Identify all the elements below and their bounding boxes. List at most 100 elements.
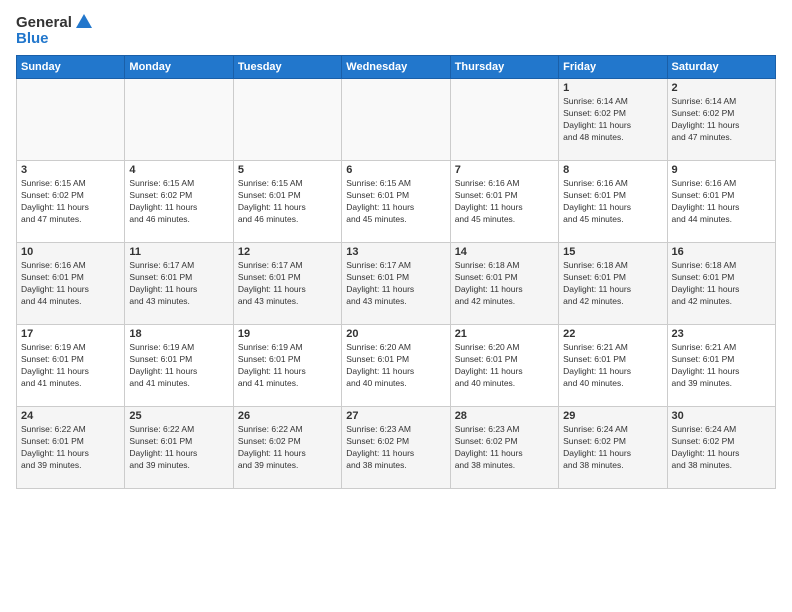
day-detail: Sunrise: 6:23 AM Sunset: 6:02 PM Dayligh…: [455, 424, 554, 472]
header: General Blue: [16, 12, 776, 47]
calendar-day-cell: 3 Sunrise: 6:15 AM Sunset: 6:02 PM Daylig…: [17, 161, 125, 243]
day-number: 30: [672, 410, 771, 422]
calendar-day-cell: [17, 79, 125, 161]
day-detail: Sunrise: 6:16 AM Sunset: 6:01 PM Dayligh…: [672, 178, 771, 226]
calendar-week-row: 17Sunrise: 6:19 AM Sunset: 6:01 PM Dayli…: [17, 325, 776, 407]
day-number: 12: [238, 246, 337, 258]
calendar-day-cell: 23 Sunrise: 6:21 AM Sunset: 6:01 PM Dayli…: [667, 325, 775, 407]
day-number: 26: [238, 410, 337, 422]
day-detail: Sunrise: 6:18 AM Sunset: 6:01 PM Dayligh…: [563, 260, 662, 308]
day-number: 28: [455, 410, 554, 422]
day-detail: Sunrise: 6:21 AM Sunset: 6:01 PM Dayligh…: [672, 342, 771, 390]
day-of-week-header: Tuesday: [233, 56, 341, 79]
day-detail: Sunrise: 6:15 AM Sunset: 6:02 PM Dayligh…: [21, 178, 120, 226]
day-number: 8: [563, 164, 662, 176]
day-detail: Sunrise: 6:18 AM Sunset: 6:01 PM Dayligh…: [455, 260, 554, 308]
day-number: 20: [346, 328, 445, 340]
day-detail: Sunrise: 6:15 AM Sunset: 6:01 PM Dayligh…: [346, 178, 445, 226]
calendar-week-row: 3 Sunrise: 6:15 AM Sunset: 6:02 PM Daylig…: [17, 161, 776, 243]
calendar-day-cell: [125, 79, 233, 161]
day-number: 4: [129, 164, 228, 176]
day-of-week-header: Thursday: [450, 56, 558, 79]
calendar-table: SundayMondayTuesdayWednesdayThursdayFrid…: [16, 55, 776, 489]
calendar-header-row: SundayMondayTuesdayWednesdayThursdayFrid…: [17, 56, 776, 79]
calendar-day-cell: 17Sunrise: 6:19 AM Sunset: 6:01 PM Dayli…: [17, 325, 125, 407]
calendar-day-cell: 14 Sunrise: 6:18 AM Sunset: 6:01 PM Dayli…: [450, 243, 558, 325]
day-number: 9: [672, 164, 771, 176]
day-detail: Sunrise: 6:17 AM Sunset: 6:01 PM Dayligh…: [129, 260, 228, 308]
calendar-day-cell: [342, 79, 450, 161]
calendar-day-cell: 7Sunrise: 6:16 AM Sunset: 6:01 PM Daylig…: [450, 161, 558, 243]
calendar-day-cell: 8Sunrise: 6:16 AM Sunset: 6:01 PM Daylig…: [559, 161, 667, 243]
day-detail: Sunrise: 6:20 AM Sunset: 6:01 PM Dayligh…: [346, 342, 445, 390]
calendar-day-cell: 5 Sunrise: 6:15 AM Sunset: 6:01 PM Daylig…: [233, 161, 341, 243]
calendar-day-cell: 24 Sunrise: 6:22 AM Sunset: 6:01 PM Dayli…: [17, 407, 125, 489]
calendar-day-cell: 18 Sunrise: 6:19 AM Sunset: 6:01 PM Dayli…: [125, 325, 233, 407]
calendar-day-cell: 21Sunrise: 6:20 AM Sunset: 6:01 PM Dayli…: [450, 325, 558, 407]
logo-blue: Blue: [16, 30, 49, 47]
day-number: 21: [455, 328, 554, 340]
day-number: 6: [346, 164, 445, 176]
calendar-day-cell: 2 Sunrise: 6:14 AM Sunset: 6:02 PM Daylig…: [667, 79, 775, 161]
calendar-day-cell: 11 Sunrise: 6:17 AM Sunset: 6:01 PM Dayli…: [125, 243, 233, 325]
page: General Blue SundayMondayTuesdayWednesda…: [0, 0, 792, 612]
calendar-week-row: 10Sunrise: 6:16 AM Sunset: 6:01 PM Dayli…: [17, 243, 776, 325]
day-detail: Sunrise: 6:15 AM Sunset: 6:02 PM Dayligh…: [129, 178, 228, 226]
day-number: 13: [346, 246, 445, 258]
day-detail: Sunrise: 6:24 AM Sunset: 6:02 PM Dayligh…: [563, 424, 662, 472]
day-number: 19: [238, 328, 337, 340]
day-of-week-header: Saturday: [667, 56, 775, 79]
day-detail: Sunrise: 6:21 AM Sunset: 6:01 PM Dayligh…: [563, 342, 662, 390]
day-detail: Sunrise: 6:19 AM Sunset: 6:01 PM Dayligh…: [129, 342, 228, 390]
day-detail: Sunrise: 6:14 AM Sunset: 6:02 PM Dayligh…: [672, 96, 771, 144]
calendar-day-cell: 13 Sunrise: 6:17 AM Sunset: 6:01 PM Dayli…: [342, 243, 450, 325]
calendar-day-cell: 9 Sunrise: 6:16 AM Sunset: 6:01 PM Daylig…: [667, 161, 775, 243]
calendar-day-cell: 26 Sunrise: 6:22 AM Sunset: 6:02 PM Dayli…: [233, 407, 341, 489]
calendar-day-cell: 22 Sunrise: 6:21 AM Sunset: 6:01 PM Dayli…: [559, 325, 667, 407]
calendar-day-cell: 6 Sunrise: 6:15 AM Sunset: 6:01 PM Daylig…: [342, 161, 450, 243]
day-number: 3: [21, 164, 120, 176]
day-detail: Sunrise: 6:22 AM Sunset: 6:01 PM Dayligh…: [129, 424, 228, 472]
logo-icon: [74, 12, 94, 32]
day-of-week-header: Sunday: [17, 56, 125, 79]
day-detail: Sunrise: 6:17 AM Sunset: 6:01 PM Dayligh…: [346, 260, 445, 308]
calendar-day-cell: 16 Sunrise: 6:18 AM Sunset: 6:01 PM Dayli…: [667, 243, 775, 325]
calendar-day-cell: [450, 79, 558, 161]
day-of-week-header: Wednesday: [342, 56, 450, 79]
day-number: 14: [455, 246, 554, 258]
day-number: 16: [672, 246, 771, 258]
calendar-day-cell: 20 Sunrise: 6:20 AM Sunset: 6:01 PM Dayli…: [342, 325, 450, 407]
day-number: 29: [563, 410, 662, 422]
day-number: 18: [129, 328, 228, 340]
day-detail: Sunrise: 6:22 AM Sunset: 6:01 PM Dayligh…: [21, 424, 120, 472]
day-detail: Sunrise: 6:22 AM Sunset: 6:02 PM Dayligh…: [238, 424, 337, 472]
day-number: 27: [346, 410, 445, 422]
calendar-day-cell: 25 Sunrise: 6:22 AM Sunset: 6:01 PM Dayli…: [125, 407, 233, 489]
calendar-day-cell: 30 Sunrise: 6:24 AM Sunset: 6:02 PM Dayli…: [667, 407, 775, 489]
calendar-day-cell: 12Sunrise: 6:17 AM Sunset: 6:01 PM Dayli…: [233, 243, 341, 325]
day-detail: Sunrise: 6:19 AM Sunset: 6:01 PM Dayligh…: [21, 342, 120, 390]
calendar-day-cell: 27Sunrise: 6:23 AM Sunset: 6:02 PM Dayli…: [342, 407, 450, 489]
day-number: 22: [563, 328, 662, 340]
day-detail: Sunrise: 6:16 AM Sunset: 6:01 PM Dayligh…: [21, 260, 120, 308]
calendar-day-cell: 10Sunrise: 6:16 AM Sunset: 6:01 PM Dayli…: [17, 243, 125, 325]
day-detail: Sunrise: 6:24 AM Sunset: 6:02 PM Dayligh…: [672, 424, 771, 472]
day-detail: Sunrise: 6:19 AM Sunset: 6:01 PM Dayligh…: [238, 342, 337, 390]
day-number: 5: [238, 164, 337, 176]
day-number: 24: [21, 410, 120, 422]
day-detail: Sunrise: 6:14 AM Sunset: 6:02 PM Dayligh…: [563, 96, 662, 144]
day-number: 2: [672, 82, 771, 94]
day-number: 7: [455, 164, 554, 176]
day-detail: Sunrise: 6:18 AM Sunset: 6:01 PM Dayligh…: [672, 260, 771, 308]
calendar-day-cell: 29 Sunrise: 6:24 AM Sunset: 6:02 PM Dayli…: [559, 407, 667, 489]
calendar-day-cell: [233, 79, 341, 161]
calendar-day-cell: 15Sunrise: 6:18 AM Sunset: 6:01 PM Dayli…: [559, 243, 667, 325]
day-number: 25: [129, 410, 228, 422]
calendar-week-row: 1Sunrise: 6:14 AM Sunset: 6:02 PM Daylig…: [17, 79, 776, 161]
day-number: 23: [672, 328, 771, 340]
calendar-week-row: 24 Sunrise: 6:22 AM Sunset: 6:01 PM Dayli…: [17, 407, 776, 489]
logo-general: General: [16, 14, 72, 31]
calendar-day-cell: 28 Sunrise: 6:23 AM Sunset: 6:02 PM Dayli…: [450, 407, 558, 489]
day-number: 11: [129, 246, 228, 258]
day-detail: Sunrise: 6:15 AM Sunset: 6:01 PM Dayligh…: [238, 178, 337, 226]
